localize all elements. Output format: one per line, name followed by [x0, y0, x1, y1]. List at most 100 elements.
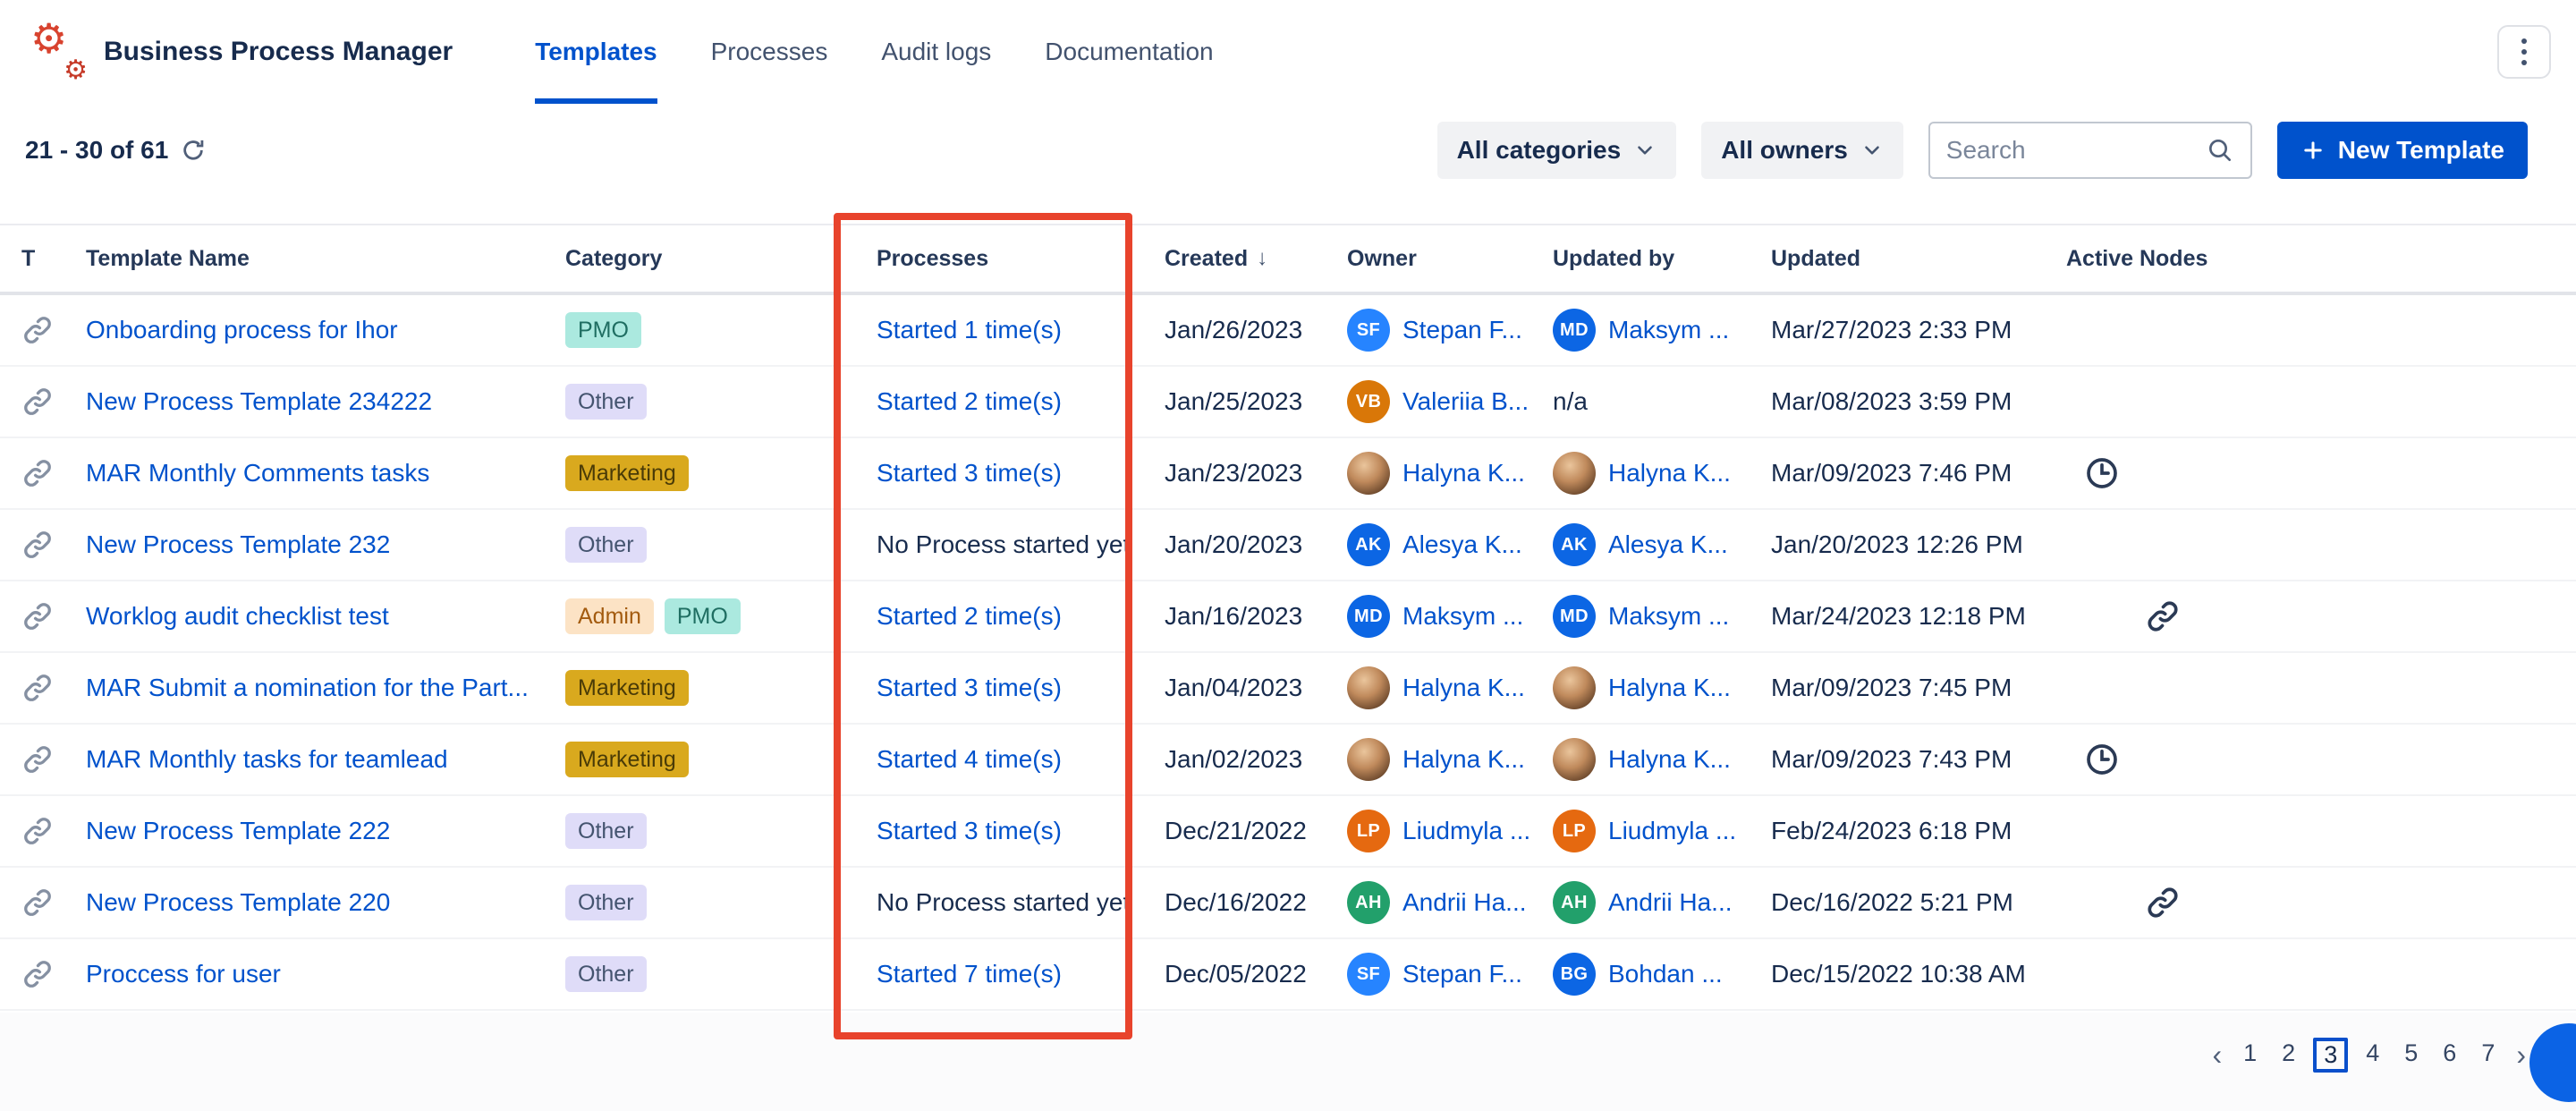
person-link[interactable]: Liudmyla ... — [1402, 817, 1530, 845]
template-name-link[interactable]: Worklog audit checklist test — [86, 602, 389, 630]
page-3[interactable]: 3 — [2313, 1038, 2348, 1073]
previous-page-chevron-icon[interactable]: ‹ — [2208, 1039, 2225, 1072]
updated-by-cell: Halyna K... — [1553, 666, 1771, 709]
templates-table: T Template Name Category Processes Creat… — [0, 224, 2576, 1011]
search-box[interactable] — [1928, 122, 2252, 179]
next-page-chevron-icon[interactable]: › — [2512, 1039, 2529, 1072]
processes-status-text: No Process started yet — [877, 530, 1130, 558]
person-link[interactable]: Alesya K... — [1608, 530, 1728, 559]
category-badge: PMO — [565, 312, 641, 348]
template-type-cell — [21, 529, 86, 561]
processes-count-link[interactable]: Started 2 time(s) — [877, 387, 1062, 415]
owners-filter-dropdown[interactable]: All owners — [1701, 122, 1903, 179]
person-link[interactable]: Stepan F... — [1402, 316, 1522, 344]
template-name-link[interactable]: New Process Template 222 — [86, 817, 390, 844]
column-header-updated[interactable]: Updated — [1771, 246, 2066, 272]
column-header-type[interactable]: T — [21, 246, 86, 272]
processes-count-link[interactable]: Started 2 time(s) — [877, 602, 1062, 630]
template-name-link[interactable]: MAR Monthly tasks for teamlead — [86, 745, 448, 773]
person-link[interactable]: Andrii Ha... — [1402, 888, 1527, 917]
column-header-processes[interactable]: Processes — [877, 246, 1165, 272]
column-header-owner[interactable]: Owner — [1347, 246, 1553, 272]
template-link-icon — [21, 815, 54, 847]
page-1[interactable]: 1 — [2236, 1038, 2264, 1073]
processes-count-link[interactable]: Started 3 time(s) — [877, 817, 1062, 844]
link-icon[interactable] — [2145, 598, 2181, 634]
person-link[interactable]: Andrii Ha... — [1608, 888, 1733, 917]
nav-tab-documentation[interactable]: Documentation — [1045, 0, 1213, 104]
new-template-button[interactable]: New Template — [2277, 122, 2528, 179]
updated-by-cell: LPLiudmyla ... — [1553, 810, 1771, 852]
person-link[interactable]: Halyna K... — [1402, 459, 1525, 488]
person-link[interactable]: Maksym ... — [1608, 602, 1729, 631]
table-header: T Template Name Category Processes Creat… — [0, 224, 2576, 295]
page-4[interactable]: 4 — [2359, 1038, 2386, 1073]
categories-filter-dropdown[interactable]: All categories — [1437, 122, 1677, 179]
template-name-link[interactable]: Proccess for user — [86, 960, 281, 988]
nav-tab-templates[interactable]: Templates — [535, 0, 657, 104]
person-link[interactable]: Maksym ... — [1402, 602, 1523, 631]
table-row: New Process Template 234222 Other Starte… — [0, 367, 2576, 438]
template-name-link[interactable]: New Process Template 234222 — [86, 387, 432, 415]
category-badge: Marketing — [565, 670, 689, 706]
person-link[interactable]: Halyna K... — [1402, 745, 1525, 774]
person-link[interactable]: Halyna K... — [1608, 674, 1731, 702]
column-header-category[interactable]: Category — [565, 246, 877, 272]
main-nav: Templates Processes Audit logs Documentatio… — [535, 0, 1213, 104]
template-name-link[interactable]: New Process Template 232 — [86, 530, 390, 558]
column-header-created[interactable]: Created ↓ — [1165, 246, 1347, 272]
person-link[interactable]: Stepan F... — [1402, 960, 1522, 988]
search-input[interactable] — [1946, 136, 2195, 165]
page-6[interactable]: 6 — [2436, 1038, 2463, 1073]
template-link-icon — [21, 314, 54, 346]
nav-tab-audit-logs[interactable]: Audit logs — [881, 0, 991, 104]
person-link[interactable]: Liudmyla ... — [1608, 817, 1736, 845]
refresh-icon[interactable] — [181, 138, 206, 163]
created-cell: Jan/23/2023 — [1165, 459, 1347, 488]
sort-descending-icon[interactable]: ↓ — [1257, 246, 1267, 271]
template-name-link[interactable]: MAR Monthly Comments tasks — [86, 459, 429, 487]
template-name-link[interactable]: New Process Template 220 — [86, 888, 390, 916]
processes-count-link[interactable]: Started 3 time(s) — [877, 674, 1062, 701]
updated-by-cell: MDMaksym ... — [1553, 309, 1771, 352]
column-header-active-nodes[interactable]: Active Nodes — [2066, 246, 2576, 272]
person-link[interactable]: Valeriia B... — [1402, 387, 1529, 416]
person-link[interactable]: Bohdan ... — [1608, 960, 1723, 988]
column-header-template-name[interactable]: Template Name — [86, 246, 565, 272]
updated-cell: Mar/24/2023 12:18 PM — [1771, 602, 2066, 631]
person-link[interactable]: Halyna K... — [1402, 674, 1525, 702]
person-link[interactable]: Halyna K... — [1608, 745, 1731, 774]
table-row: MAR Submit a nomination for the Part... … — [0, 653, 2576, 725]
created-cell: Jan/04/2023 — [1165, 674, 1347, 702]
search-icon[interactable] — [2206, 136, 2234, 165]
category-cell: Marketing — [565, 455, 877, 491]
table-row: New Process Template 220 Other No Proces… — [0, 868, 2576, 939]
nav-tab-processes[interactable]: Processes — [711, 0, 828, 104]
updated-cell: Mar/08/2023 3:59 PM — [1771, 387, 2066, 416]
owner-cell: Halyna K... — [1347, 738, 1553, 781]
link-icon[interactable] — [2145, 885, 2181, 920]
template-name-link[interactable]: Onboarding process for Ihor — [86, 316, 398, 343]
category-cell: Other — [565, 956, 877, 992]
category-badge: Other — [565, 527, 647, 563]
table-row: Onboarding process for Ihor PMO Started … — [0, 295, 2576, 367]
processes-count-link[interactable]: Started 7 time(s) — [877, 960, 1062, 988]
avatar-initials: AK — [1347, 523, 1390, 566]
person-link[interactable]: Alesya K... — [1402, 530, 1522, 559]
page-5[interactable]: 5 — [2397, 1038, 2425, 1073]
person-link[interactable]: Halyna K... — [1608, 459, 1731, 488]
template-type-cell — [21, 886, 86, 919]
processes-count-link[interactable]: Started 3 time(s) — [877, 459, 1062, 487]
template-name-cell: Worklog audit checklist test — [86, 602, 565, 631]
processes-count-link[interactable]: Started 4 time(s) — [877, 745, 1062, 773]
avatar-initials: LP — [1347, 810, 1390, 852]
person-link[interactable]: Maksym ... — [1608, 316, 1729, 344]
template-name-link[interactable]: MAR Submit a nomination for the Part... — [86, 674, 529, 701]
column-header-updated-by[interactable]: Updated by — [1553, 246, 1771, 272]
processes-count-link[interactable]: Started 1 time(s) — [877, 316, 1062, 343]
category-cell: Other — [565, 384, 877, 420]
created-cell: Jan/02/2023 — [1165, 745, 1347, 774]
more-options-kebab-icon[interactable] — [2497, 25, 2551, 79]
page-7[interactable]: 7 — [2474, 1038, 2502, 1073]
page-2[interactable]: 2 — [2275, 1038, 2302, 1073]
